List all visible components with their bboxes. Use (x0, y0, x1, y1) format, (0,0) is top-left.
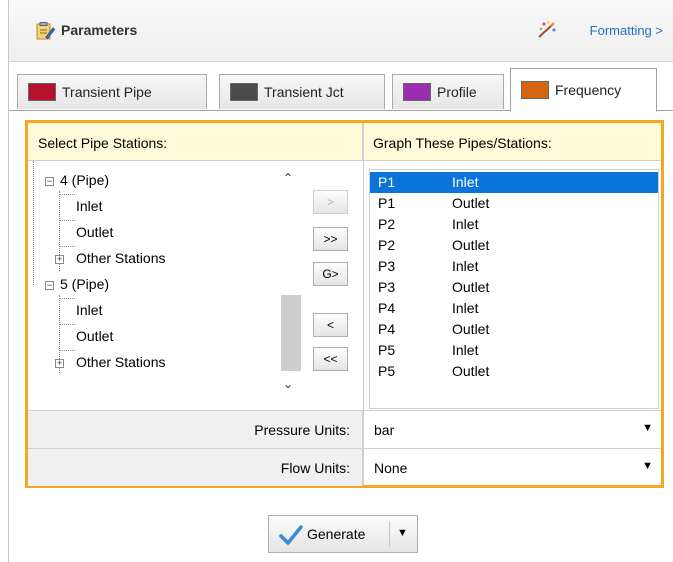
tree-item-pipe-5[interactable]: 5 (Pipe) (60, 276, 109, 292)
tree-connector (59, 220, 75, 221)
pressure-units-row: Pressure Units: bar ▼ (28, 410, 661, 448)
scrollbar-thumb[interactable] (281, 295, 301, 371)
flow-units-label-cell: Flow Units: (28, 449, 363, 486)
chevron-down-icon[interactable]: ▼ (642, 422, 653, 434)
profile-tab-icon (403, 83, 431, 101)
add-all-button[interactable]: >> (313, 227, 348, 251)
pressure-units-select[interactable]: bar (374, 422, 394, 438)
list-item-station: Inlet (452, 174, 479, 190)
tree-item-pipe-5-outlet[interactable]: Outlet (76, 328, 113, 344)
list-item[interactable]: P5 Inlet (370, 340, 658, 361)
list-item-station: Inlet (452, 300, 479, 316)
list-item-station: Inlet (452, 258, 479, 274)
pressure-units-label: Pressure Units: (254, 422, 350, 438)
list-item[interactable]: P2 Outlet (370, 235, 658, 256)
tree-item-pipe-4[interactable]: 4 (Pipe) (60, 172, 109, 188)
list-item[interactable]: P2 Inlet (370, 214, 658, 235)
formatting-link[interactable]: Formatting > (590, 23, 663, 38)
checkmark-icon (279, 525, 303, 545)
list-item-pipe: P3 (378, 258, 396, 274)
collapse-icon[interactable]: − (45, 177, 54, 186)
clipboard-edit-icon (36, 22, 55, 40)
chevron-down-icon[interactable]: ▼ (397, 527, 408, 539)
collapse-icon[interactable]: − (45, 281, 54, 290)
chevron-down-icon[interactable]: ▼ (642, 460, 653, 472)
list-item-pipe: P4 (378, 300, 396, 316)
parameters-header: Parameters Formatting > (9, 0, 673, 62)
tree-item-pipe-5-other-stations[interactable]: Other Stations (76, 354, 166, 370)
tree-item-pipe-4-other-stations[interactable]: Other Stations (76, 250, 166, 266)
tree-item-pipe-4-outlet[interactable]: Outlet (76, 224, 113, 240)
list-item-station: Inlet (452, 342, 479, 358)
list-item-pipe: P5 (378, 363, 396, 379)
tab-transient-pipe-label: Transient Pipe (62, 84, 152, 100)
flow-units-select[interactable]: None (374, 460, 407, 476)
scroll-down-icon[interactable]: ⌄ (283, 377, 293, 391)
graph-stations-header: Graph These Pipes/Stations: (363, 123, 661, 161)
tab-transient-jct[interactable]: Transient Jct (219, 74, 385, 109)
tree-connector (33, 161, 34, 285)
list-item[interactable]: P4 Outlet (370, 319, 658, 340)
tree-connector (59, 298, 75, 299)
list-item-station: Outlet (452, 195, 490, 211)
tab-transient-pipe[interactable]: Transient Pipe (17, 74, 207, 109)
list-item-station: Outlet (452, 237, 490, 253)
tree-item-pipe-4-inlet[interactable]: Inlet (76, 198, 102, 214)
generate-split-divider (389, 521, 390, 547)
add-station-button[interactable]: > (313, 190, 348, 214)
transient-pipe-tab-icon (28, 83, 56, 101)
remove-station-button[interactable]: < (313, 313, 348, 337)
scroll-up-icon[interactable]: ⌃ (283, 171, 293, 185)
remove-all-button[interactable]: << (313, 347, 348, 371)
list-item-pipe: P4 (378, 321, 396, 337)
station-selection-panel: Select Pipe Stations: Graph These Pipes/… (25, 120, 664, 488)
list-item[interactable]: P5 Outlet (370, 361, 658, 382)
list-item-pipe: P1 (378, 195, 396, 211)
header-title: Parameters (61, 22, 138, 38)
list-item[interactable]: P1 Outlet (370, 193, 658, 214)
list-item-station: Outlet (452, 321, 490, 337)
list-item-station: Inlet (452, 216, 479, 232)
flow-units-row: Flow Units: None ▼ (28, 448, 661, 486)
frequency-tab-icon (521, 81, 549, 99)
tab-transient-jct-label: Transient Jct (264, 84, 344, 100)
tree-connector (59, 194, 75, 195)
tab-frequency[interactable]: Frequency (510, 68, 657, 112)
transient-jct-tab-icon (230, 83, 258, 101)
generate-label: Generate (307, 526, 366, 542)
tab-profile[interactable]: Profile (392, 74, 504, 109)
expand-icon[interactable]: + (55, 255, 64, 264)
list-item-station: Outlet (452, 279, 490, 295)
flow-units-label: Flow Units: (280, 460, 350, 476)
expand-icon[interactable]: + (55, 359, 64, 368)
list-item[interactable]: P4 Inlet (370, 298, 658, 319)
list-item-pipe: P3 (378, 279, 396, 295)
tree-scrollbar[interactable]: ⌃ ⌄ (278, 171, 301, 397)
pressure-units-label-cell: Pressure Units: (28, 411, 363, 448)
list-item[interactable]: P3 Outlet (370, 277, 658, 298)
generate-button[interactable]: Generate ▼ (268, 515, 418, 553)
list-item-pipe: P1 (378, 174, 396, 190)
list-item[interactable]: P1 Inlet (370, 172, 658, 193)
select-stations-header: Select Pipe Stations: (28, 123, 363, 161)
add-group-button[interactable]: G> (313, 262, 348, 286)
graph-stations-list[interactable]: P1 Inlet P1 Outlet P2 Inlet P2 Outlet P3 Inle… (369, 169, 659, 409)
tree-item-pipe-5-inlet[interactable]: Inlet (76, 302, 102, 318)
magic-wand-icon[interactable] (537, 20, 557, 40)
list-item-pipe: P5 (378, 342, 396, 358)
tree-connector (59, 350, 75, 351)
list-item-pipe: P2 (378, 216, 396, 232)
tree-connector (59, 246, 75, 247)
list-item-pipe: P2 (378, 237, 396, 253)
tab-frequency-label: Frequency (555, 82, 622, 98)
window-left-border (8, 0, 9, 562)
tab-profile-label: Profile (437, 84, 477, 100)
list-item-station: Outlet (452, 363, 490, 379)
tree-connector (59, 324, 75, 325)
list-item[interactable]: P3 Inlet (370, 256, 658, 277)
